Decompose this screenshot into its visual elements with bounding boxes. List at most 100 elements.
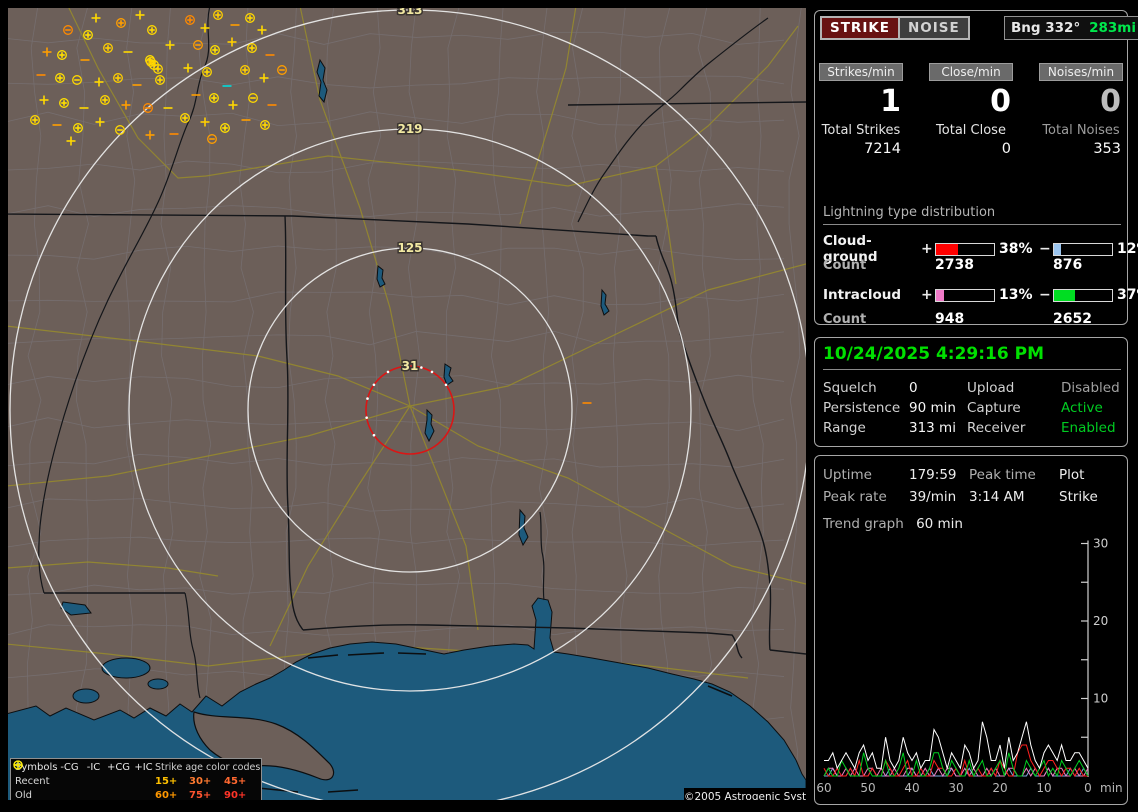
legend-header: -CG <box>60 762 79 773</box>
status-value: 90 min <box>909 400 956 416</box>
mode-toolbar: STRIKE NOISE Bng 332° 283mi <box>820 16 1138 40</box>
cg-minus-count: 876 <box>1053 257 1083 273</box>
status-label: Range <box>823 420 866 436</box>
close-column: Close/min 0 Total Close 0 <box>929 63 1013 157</box>
ic-plus-pct: 13% <box>999 287 1033 303</box>
x-tick-label: 40 <box>904 781 919 795</box>
x-tick-label: 50 <box>860 781 875 795</box>
close-per-min-value: 0 <box>990 84 1011 119</box>
intracloud-row: Intracloud + 13% − 37% <box>823 287 1138 303</box>
total-strikes-value: 7214 <box>864 141 901 157</box>
y-tick-label: 10 <box>1093 692 1108 706</box>
cloud-ground-count-row: Count 2738 876 <box>823 257 1123 273</box>
status-value: Enabled <box>1061 420 1116 436</box>
age-code: 15+ <box>155 776 178 787</box>
status-panel: 10/24/2025 4:29:16 PM Squelch 0 Upload Disa… <box>814 337 1128 447</box>
trend-graph-row: Trend graph 60 min <box>823 516 963 532</box>
legend-header: +IC <box>134 762 153 773</box>
minus-sign: − <box>1039 287 1051 303</box>
trend-graph-label: Trend graph <box>823 516 904 532</box>
ic-minus-count: 2652 <box>1053 311 1092 327</box>
ic-plus-bar <box>935 288 995 302</box>
strike-legend: Symbols -CG -IC +CG +IC Strike age color code… <box>10 758 262 800</box>
x-tick-label: 30 <box>948 781 963 795</box>
legend-row-label: Recent <box>15 776 50 787</box>
map-graphics: 313 219 125 31 <box>8 8 806 800</box>
stat-label: Peak time <box>969 467 1036 483</box>
total-noises-label: Total Noises <box>1042 123 1120 138</box>
x-tick-label: 20 <box>992 781 1007 795</box>
minus-sign: − <box>1039 241 1051 257</box>
total-noises-value: 353 <box>1093 141 1121 157</box>
status-value: 313 mi <box>909 420 956 436</box>
ic-plus-count: 948 <box>935 311 965 327</box>
count-label: Count <box>823 257 867 273</box>
trend-series--CG <box>824 767 1089 777</box>
age-code: 30+ <box>189 776 212 787</box>
status-label: Capture <box>967 400 1021 416</box>
noises-per-min-header: Noises/min <box>1039 63 1123 81</box>
x-tick-label: 0 <box>1084 781 1092 795</box>
trend-graph-value: 60 min <box>916 516 963 532</box>
distribution-title: Lightning type distribution <box>823 205 1121 225</box>
ring-label: 125 <box>397 241 422 255</box>
stat-value: 39/min <box>909 489 957 505</box>
age-code: 45+ <box>224 776 247 787</box>
status-label: Upload <box>967 380 1015 396</box>
counters-panel: STRIKE NOISE Bng 332° 283mi Strikes/min … <box>814 10 1138 327</box>
lightning-map[interactable]: 313 219 125 31 Symbols -CG -IC +CG +IC Strike ag… <box>8 8 806 800</box>
stat-value: Plot <box>1059 467 1085 483</box>
total-close-value: 0 <box>1001 141 1011 157</box>
intracloud-count-row: Count 948 2652 <box>823 311 1123 327</box>
ic-minus-bar <box>1053 288 1113 302</box>
stat-label: Peak rate <box>823 489 887 505</box>
plus-sign: + <box>921 287 933 303</box>
close-per-min-header: Close/min <box>929 63 1013 81</box>
x-tick-label: 10 <box>1036 781 1051 795</box>
strikes-per-min-value: 1 <box>880 84 901 119</box>
total-strikes-label: Total Strikes <box>821 123 901 138</box>
stat-value: 3:14 AM <box>969 489 1025 505</box>
cg-plus-bar <box>935 242 995 256</box>
app-window: 313 219 125 31 Symbols -CG -IC +CG +IC Strike ag… <box>0 0 1138 812</box>
status-value: 0 <box>909 380 918 396</box>
copyright-label: ©2005 Astrogenic Systems <box>684 788 806 800</box>
status-grid: Squelch 0 Upload Disabled Persistence 90 min C… <box>823 378 1123 438</box>
strikes-column: Strikes/min 1 Total Strikes 7214 <box>819 63 903 157</box>
ring-label: 31 <box>402 359 419 373</box>
legend-row-label: Old <box>15 790 32 800</box>
stats-grid: Uptime 179:59 Peak time Plot Peak rate 39/min… <box>823 464 1123 508</box>
ring-label: 219 <box>397 122 422 136</box>
total-close-label: Total Close <box>936 123 1006 138</box>
strikes-per-min-header: Strikes/min <box>819 63 903 81</box>
cg-plus-pct: 38% <box>999 241 1033 257</box>
rate-counters: Strikes/min 1 Total Strikes 7214 Close/m… <box>819 63 1125 157</box>
noises-column: Noises/min 0 Total Noises 353 <box>1039 63 1123 157</box>
strike-button[interactable]: STRIKE <box>820 16 901 40</box>
stat-value: 179:59 <box>909 467 957 483</box>
trend-panel: Uptime 179:59 Peak time Plot Peak rate 39/min… <box>814 455 1128 805</box>
stat-value: Strike <box>1059 489 1098 505</box>
trend-chart: 10 20 30 60 50 40 30 20 10 0 min <box>816 537 1123 796</box>
status-label: Persistence <box>823 400 901 416</box>
age-codes-title: Strike age color codes <box>155 762 261 773</box>
trend-series-+IC <box>823 767 1089 778</box>
status-label: Receiver <box>967 420 1026 436</box>
legend-header: -IC <box>86 762 101 773</box>
cg-minus-pct: 12% <box>1117 241 1138 257</box>
plus-sign: + <box>921 241 933 257</box>
trend-series--IC <box>823 752 1089 778</box>
ic-minus-pct: 37% <box>1117 287 1138 303</box>
noises-per-min-value: 0 <box>1100 84 1121 119</box>
age-code: 60+ <box>155 790 178 800</box>
datetime-display: 10/24/2025 4:29:16 PM <box>823 344 1121 370</box>
intracloud-label: Intracloud <box>823 287 902 303</box>
age-code: 90+ <box>224 790 247 800</box>
status-label: Squelch <box>823 380 877 396</box>
x-axis-unit: min <box>1100 781 1123 795</box>
noise-button[interactable]: NOISE <box>898 16 970 40</box>
trend-series-+CG <box>823 744 1088 778</box>
cg-plus-count: 2738 <box>935 257 974 273</box>
range-value: 283mi <box>1089 20 1136 36</box>
age-code: 75+ <box>189 790 212 800</box>
